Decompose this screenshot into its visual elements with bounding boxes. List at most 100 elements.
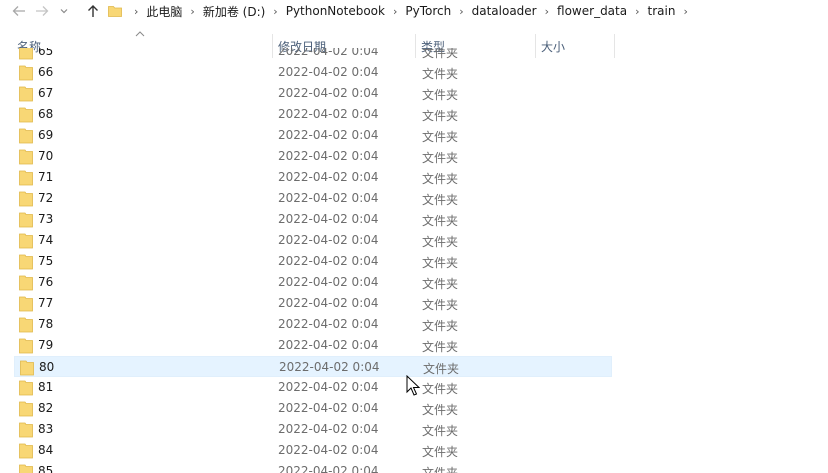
file-row[interactable]: 82 2022-04-02 0:04 文件夹 (14, 398, 612, 419)
file-name[interactable]: 83 (38, 422, 53, 436)
file-row[interactable]: 78 2022-04-02 0:04 文件夹 (14, 314, 612, 335)
file-type: 文件夹 (422, 172, 459, 186)
file-row[interactable]: 66 2022-04-02 0:04 文件夹 (14, 62, 612, 83)
file-row[interactable]: 67 2022-04-02 0:04 文件夹 (14, 83, 612, 104)
file-name[interactable]: 67 (38, 86, 53, 100)
folder-icon (19, 401, 33, 417)
file-name[interactable]: 82 (38, 401, 53, 415)
breadcrumb-item-flower-data[interactable]: flower_data (557, 4, 627, 18)
mouse-cursor-icon (406, 375, 420, 396)
file-name[interactable]: 78 (38, 317, 53, 331)
file-type: 文件夹 (422, 298, 459, 312)
file-name[interactable]: 84 (38, 443, 53, 457)
forward-button[interactable] (32, 0, 52, 22)
file-name[interactable]: 70 (38, 149, 53, 163)
breadcrumb-separator-icon[interactable]: › (545, 5, 549, 18)
folder-icon (19, 149, 33, 165)
file-row[interactable]: 72 2022-04-02 0:04 文件夹 (14, 188, 612, 209)
folder-icon (20, 360, 34, 376)
file-type: 文件夹 (423, 362, 460, 376)
folder-icon (19, 275, 33, 291)
up-button[interactable] (83, 0, 103, 22)
file-type: 文件夹 (422, 214, 459, 228)
file-row[interactable]: 65 2022-04-02 0:04 文件夹 (14, 48, 612, 62)
file-name[interactable]: 65 (38, 48, 53, 58)
file-date-modified: 2022-04-02 0:04 (278, 422, 379, 436)
breadcrumb-separator-icon[interactable]: › (273, 5, 277, 18)
file-row[interactable]: 79 2022-04-02 0:04 文件夹 (14, 335, 612, 356)
file-date-modified: 2022-04-02 0:04 (278, 48, 379, 58)
back-button[interactable] (9, 0, 29, 22)
folder-icon (19, 380, 33, 396)
file-type: 文件夹 (422, 466, 459, 473)
file-date-modified: 2022-04-02 0:04 (278, 338, 379, 352)
breadcrumb-item-pythonnotebook[interactable]: PythonNotebook (286, 4, 385, 18)
file-row[interactable]: 74 2022-04-02 0:04 文件夹 (14, 230, 612, 251)
file-row[interactable]: 70 2022-04-02 0:04 文件夹 (14, 146, 612, 167)
file-type: 文件夹 (422, 445, 459, 459)
breadcrumb-item-dataloader[interactable]: dataloader (472, 4, 537, 18)
file-date-modified: 2022-04-02 0:04 (278, 443, 379, 457)
file-name[interactable]: 79 (38, 338, 53, 352)
file-row[interactable]: 81 2022-04-02 0:04 文件夹 (14, 377, 612, 398)
file-row[interactable]: 68 2022-04-02 0:04 文件夹 (14, 104, 612, 125)
file-type: 文件夹 (422, 340, 459, 354)
address-bar: › 此电脑 › 新加卷 (D:) › PythonNotebook › PyTo… (0, 0, 828, 22)
file-name[interactable]: 75 (38, 254, 53, 268)
breadcrumb-separator-icon[interactable]: › (134, 5, 138, 18)
breadcrumb-item-train[interactable]: train (648, 4, 676, 18)
file-name[interactable]: 71 (38, 170, 53, 184)
up-arrow-icon (88, 5, 98, 17)
forward-arrow-icon (36, 6, 49, 16)
file-name[interactable]: 66 (38, 65, 53, 79)
file-row[interactable]: 83 2022-04-02 0:04 文件夹 (14, 419, 612, 440)
file-row[interactable]: 80 2022-04-02 0:04 文件夹 (14, 356, 612, 377)
breadcrumb-separator-icon[interactable]: › (635, 5, 639, 18)
file-name[interactable]: 85 (38, 464, 53, 473)
breadcrumb-item-pytorch[interactable]: PyTorch (405, 4, 451, 18)
file-date-modified: 2022-04-02 0:04 (278, 296, 379, 310)
file-type: 文件夹 (422, 319, 459, 333)
file-row[interactable]: 73 2022-04-02 0:04 文件夹 (14, 209, 612, 230)
folder-icon (19, 107, 33, 123)
folder-icon (19, 317, 33, 333)
folder-icon (19, 191, 33, 207)
file-date-modified: 2022-04-02 0:04 (278, 149, 379, 163)
breadcrumb-separator-icon[interactable]: › (683, 5, 687, 18)
folder-icon (108, 6, 122, 17)
file-name[interactable]: 73 (38, 212, 53, 226)
breadcrumb-separator-icon[interactable]: › (393, 5, 397, 18)
file-row[interactable]: 85 2022-04-02 0:04 文件夹 (14, 461, 612, 473)
folder-icon (19, 338, 33, 354)
breadcrumb-separator-icon[interactable]: › (190, 5, 194, 18)
file-date-modified: 2022-04-02 0:04 (278, 86, 379, 100)
file-date-modified: 2022-04-02 0:04 (279, 360, 380, 374)
file-type: 文件夹 (422, 256, 459, 270)
breadcrumb-item-this-pc[interactable]: 此电脑 (146, 3, 182, 20)
breadcrumb: › 此电脑 › 新加卷 (D:) › PythonNotebook › PyTo… (108, 0, 696, 22)
file-name[interactable]: 81 (38, 380, 53, 394)
folder-icon (19, 48, 33, 60)
recent-locations-button[interactable] (57, 0, 71, 22)
file-date-modified: 2022-04-02 0:04 (278, 128, 379, 142)
file-name[interactable]: 77 (38, 296, 53, 310)
folder-icon (19, 212, 33, 228)
file-name[interactable]: 74 (38, 233, 53, 247)
file-row[interactable]: 77 2022-04-02 0:04 文件夹 (14, 293, 612, 314)
file-name[interactable]: 69 (38, 128, 53, 142)
breadcrumb-separator-icon[interactable]: › (459, 5, 463, 18)
folder-icon (19, 65, 33, 81)
file-row[interactable]: 71 2022-04-02 0:04 文件夹 (14, 167, 612, 188)
file-type: 文件夹 (422, 130, 459, 144)
file-name[interactable]: 80 (39, 360, 54, 374)
file-row[interactable]: 84 2022-04-02 0:04 文件夹 (14, 440, 612, 461)
file-name[interactable]: 68 (38, 107, 53, 121)
sort-ascending-icon (135, 31, 145, 37)
breadcrumb-item-drive-d[interactable]: 新加卷 (D:) (203, 3, 265, 20)
file-row[interactable]: 75 2022-04-02 0:04 文件夹 (14, 251, 612, 272)
file-date-modified: 2022-04-02 0:04 (278, 380, 379, 394)
file-name[interactable]: 72 (38, 191, 53, 205)
file-row[interactable]: 69 2022-04-02 0:04 文件夹 (14, 125, 612, 146)
file-row[interactable]: 76 2022-04-02 0:04 文件夹 (14, 272, 612, 293)
file-name[interactable]: 76 (38, 275, 53, 289)
